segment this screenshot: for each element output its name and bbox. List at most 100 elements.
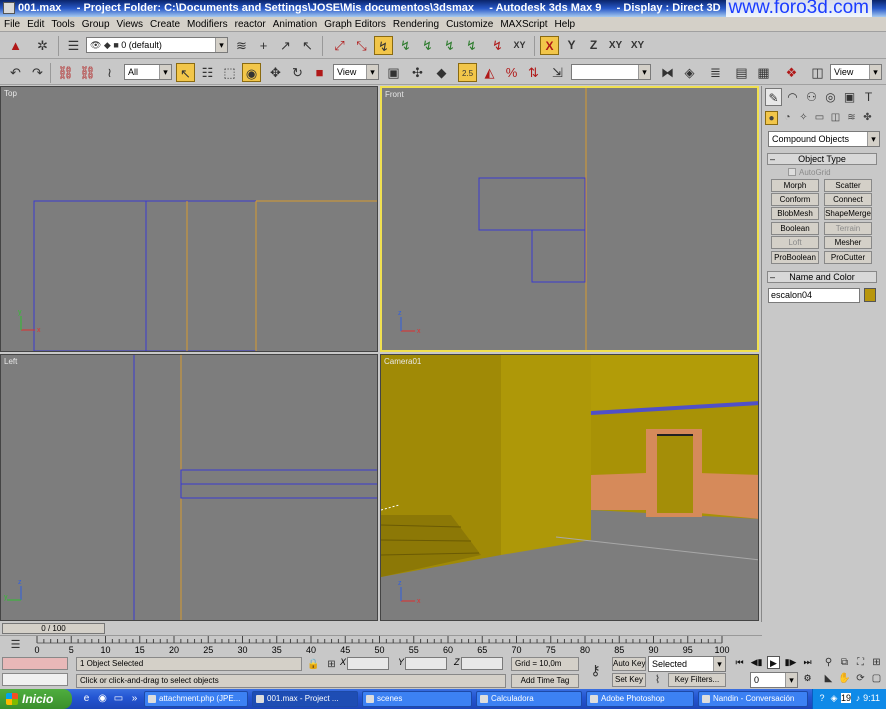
add-to-layer-icon[interactable]: + xyxy=(254,36,273,55)
goto-start-icon[interactable]: ⏮ xyxy=(733,656,746,669)
menu-graph-editors[interactable]: Graph Editors xyxy=(324,19,386,30)
loft-button[interactable]: Loft xyxy=(771,236,819,249)
layer-manager-icon[interactable]: ☰ xyxy=(64,36,83,55)
track-bar[interactable]: ☰ 0 5 10 15 20 25 30 35 40 45 50 55 60 65 70 75 80 85 90 95… xyxy=(0,635,762,655)
scatter-button[interactable]: Scatter xyxy=(824,179,872,192)
name-color-rollout[interactable]: – Name and Color xyxy=(767,271,877,283)
display-tab-icon[interactable]: ▣ xyxy=(841,88,858,106)
menu-create[interactable]: Create xyxy=(150,19,180,30)
menu-views[interactable]: Views xyxy=(117,19,144,30)
firefox-icon[interactable]: ◉ xyxy=(96,692,109,705)
selection-filter-dropdown[interactable]: All xyxy=(124,64,172,80)
position-constraint-icon[interactable]: ↯ xyxy=(396,36,415,55)
create-layer-icon[interactable]: ≋ xyxy=(232,36,251,55)
tray-help-icon[interactable]: ? xyxy=(817,693,827,703)
shapemerge-button[interactable]: ShapeMerge xyxy=(824,207,872,220)
angle-snap-icon[interactable]: ◭ xyxy=(480,63,499,82)
fov-icon[interactable]: ◣ xyxy=(822,672,835,685)
rotate-icon[interactable]: ↻ xyxy=(288,63,307,82)
render-setup-icon[interactable]: ◫ xyxy=(808,63,827,82)
boolean-button[interactable]: Boolean xyxy=(771,222,819,235)
motion-tab-icon[interactable]: ◎ xyxy=(822,88,839,106)
maxscript-listener-box[interactable] xyxy=(2,657,68,670)
curve-editor-icon[interactable]: ▤ xyxy=(732,63,751,82)
ik-icon[interactable]: ⤢ xyxy=(330,36,349,55)
orbit-icon[interactable]: ⟳ xyxy=(854,672,867,685)
reactor-icon[interactable]: ▲ xyxy=(6,36,25,55)
x-coord-input[interactable] xyxy=(347,657,389,670)
axis-z-button[interactable]: Z xyxy=(584,36,603,55)
ik-limb-icon[interactable]: ⤡ xyxy=(352,36,371,55)
key-icon[interactable]: ⚷ xyxy=(586,661,605,680)
auto-key-button[interactable]: Auto Key xyxy=(612,657,646,671)
zoom-extents-icon[interactable]: ⛶ xyxy=(854,656,867,669)
viewport-camera[interactable]: x z Camera01 xyxy=(380,354,759,621)
key-filters-button[interactable]: Key Filters... xyxy=(668,673,726,687)
morph-button[interactable]: Morph xyxy=(771,179,819,192)
object-color-swatch[interactable] xyxy=(864,288,876,302)
schematic-view-icon[interactable]: ▦ xyxy=(754,63,773,82)
app-icon[interactable] xyxy=(3,2,15,14)
move-icon[interactable]: ✥ xyxy=(266,63,285,82)
key-mode-dropdown[interactable]: Selected xyxy=(648,656,726,672)
menu-customize[interactable]: Customize xyxy=(446,19,493,30)
rect-selection-icon[interactable]: ⬚ xyxy=(220,63,239,82)
window-crossing-icon[interactable]: ◉ xyxy=(242,63,261,82)
category-dropdown[interactable]: Compound Objects xyxy=(768,131,880,147)
maximize-viewport-icon[interactable]: ▢ xyxy=(870,672,883,685)
axis-xy-cycle-button[interactable]: XY xyxy=(628,36,647,55)
cameras-category-icon[interactable]: ▭ xyxy=(813,111,826,125)
proboolean-button[interactable]: ProBoolean xyxy=(771,251,819,264)
absolute-mode-icon[interactable]: ⊞ xyxy=(322,655,341,674)
set-current-layer-icon[interactable]: ↖ xyxy=(298,36,317,55)
key-mode-toggle-icon[interactable]: ⌇ xyxy=(648,671,667,690)
snap-toggle-icon[interactable]: 2.5 xyxy=(458,63,477,82)
next-frame-icon[interactable]: ▮▶ xyxy=(784,656,797,669)
edit-named-sel-icon[interactable]: ⇲ xyxy=(548,63,567,82)
terrain-button[interactable]: Terrain xyxy=(824,222,872,235)
connect-button[interactable]: Connect xyxy=(824,193,872,206)
task-nandin[interactable]: Nandin - Conversación xyxy=(698,691,808,707)
axis-xy-icon[interactable]: XY xyxy=(510,36,529,55)
manipulate-icon[interactable]: ✣ xyxy=(408,63,427,82)
bind-space-warp-icon[interactable]: ≀ xyxy=(100,63,119,82)
show-desktop-icon[interactable]: » xyxy=(128,692,141,705)
select-layer-icon[interactable]: ↗ xyxy=(276,36,295,55)
play-icon[interactable]: ▶ xyxy=(767,656,780,669)
menu-file[interactable]: File xyxy=(4,19,20,30)
scale-icon[interactable]: ■ xyxy=(310,63,329,82)
goto-end-icon[interactable]: ⏭ xyxy=(801,656,814,669)
schematic-icon[interactable]: ✲ xyxy=(33,36,52,55)
task-attachment[interactable]: attachment.php (JPE... xyxy=(144,691,248,707)
blobmesh-button[interactable]: BlobMesh xyxy=(771,207,819,220)
menu-edit[interactable]: Edit xyxy=(27,19,44,30)
axis-xy-button[interactable]: XY xyxy=(606,36,625,55)
lights-category-icon[interactable]: ✧ xyxy=(797,111,810,125)
maxscript-mini-box[interactable] xyxy=(2,673,68,686)
tray-shield-icon[interactable]: ◈ xyxy=(829,693,839,703)
add-time-tag-button[interactable]: Add Time Tag xyxy=(511,674,579,688)
path-constraint-icon[interactable]: ↯ xyxy=(462,36,481,55)
viewport-left[interactable]: Left z y xyxy=(0,354,378,621)
zoom-all-icon[interactable]: ⧉ xyxy=(838,656,851,669)
mesher-button[interactable]: Mesher xyxy=(824,236,872,249)
pivot-center-icon[interactable]: ▣ xyxy=(384,63,403,82)
axis-y-button[interactable]: Y xyxy=(562,36,581,55)
current-frame-spinner[interactable]: 0 xyxy=(750,672,798,688)
select-object-icon[interactable]: ↖ xyxy=(176,63,195,82)
tray-volume-icon[interactable]: ♪ xyxy=(853,693,863,703)
ie-icon[interactable]: e xyxy=(80,692,93,705)
orient-constraint-icon[interactable]: ↯ xyxy=(418,36,437,55)
layer-icon[interactable]: ≣ xyxy=(706,63,725,82)
spinner-snap-icon[interactable]: ⇅ xyxy=(524,63,543,82)
unlink-icon[interactable]: ⛓ xyxy=(78,63,97,82)
align-icon[interactable]: ◈ xyxy=(680,63,699,82)
object-type-rollout[interactable]: – Object Type xyxy=(767,153,877,165)
menu-animation[interactable]: Animation xyxy=(273,19,317,30)
menu-maxscript[interactable]: MAXScript xyxy=(500,19,547,30)
set-key-button[interactable]: Set Key xyxy=(612,673,646,687)
render-view-dropdown[interactable]: View xyxy=(830,64,882,80)
create-tab-icon[interactable]: ✎ xyxy=(765,88,782,106)
mirror-icon[interactable]: ⧓ xyxy=(658,63,677,82)
task-scenes[interactable]: scenes xyxy=(362,691,472,707)
